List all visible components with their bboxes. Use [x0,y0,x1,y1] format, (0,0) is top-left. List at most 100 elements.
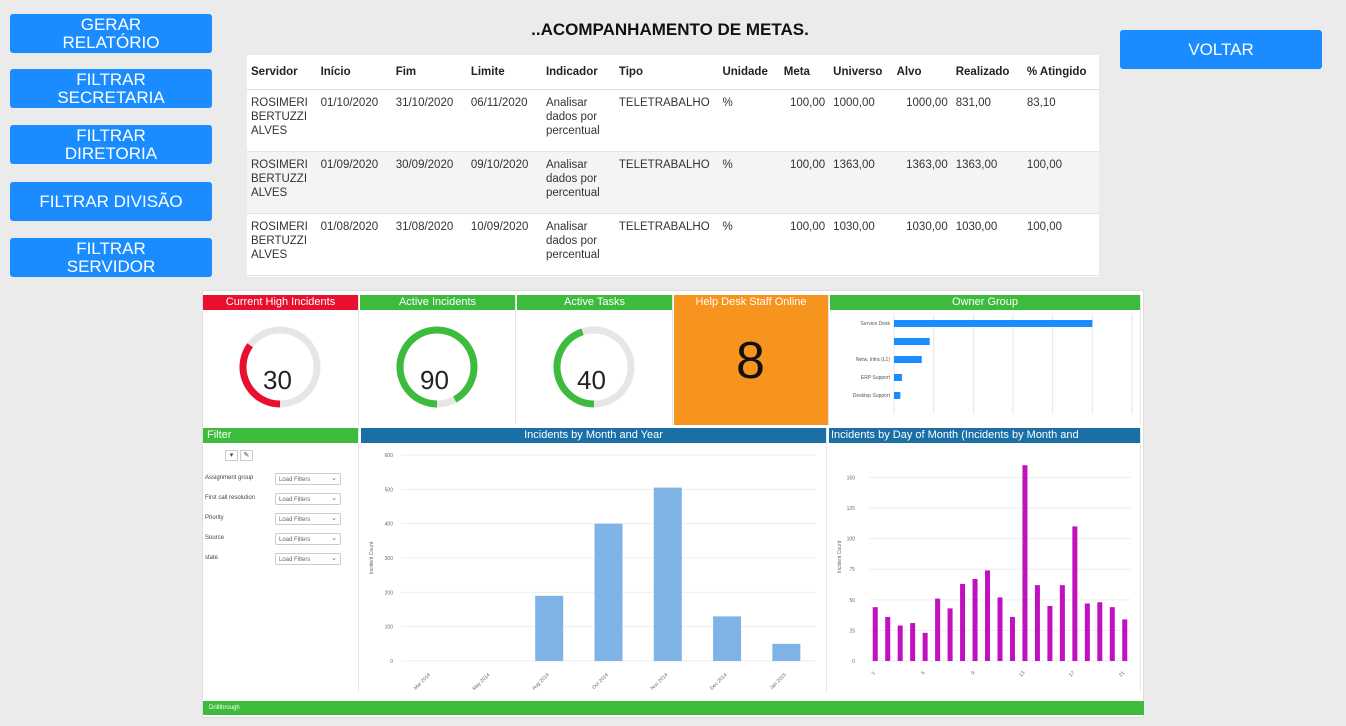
filter-divisao-button[interactable]: FILTRAR DIVISÃO [10,182,212,221]
x-tick-label: Dec 2014 [709,672,729,692]
month-chart-panel: Incidents by Month and Year 0 100 200 300 40… [361,428,827,692]
drillthrough-bar[interactable]: Drillthrough [203,701,1144,715]
table-cell: TELETRABALHO [614,151,719,214]
y-tick-label: 25 [849,628,855,634]
pin-icon[interactable]: ✎ [239,450,253,461]
bar [947,608,953,661]
table-cell: Analisar dados por percentual [541,151,615,214]
table-header-row: Servidor Início Fim Limite Indicador Tipo Unid… [247,55,1099,90]
filter-secretaria-button[interactable]: FILTRAR SECRETARIA [10,69,212,108]
table-cell: 31/08/2020 [391,213,467,276]
bar [897,625,903,661]
table-cell: Analisar dados por percentual [541,213,615,276]
filter-label: Assignment group [205,475,254,481]
funnel-icon[interactable]: ▾ [225,450,238,461]
column-header[interactable]: Limite [466,55,542,90]
table-row[interactable]: ROSIMERI BERTUZZI ALVES 01/08/2020 31/08/2… [247,213,1099,276]
category-label: ERP Support [861,375,891,381]
table-cell: 01/10/2020 [316,89,392,152]
kpi-high-incidents: Current High Incidents 30 [203,295,359,425]
table-cell: 831,00 [951,89,1023,152]
kpi-value: 30 [263,365,292,395]
category-label: Service Desk [861,321,891,327]
filter-servidor-button[interactable]: FILTRAR SERVIDOR [10,238,212,277]
y-tick-label: 150 [847,475,856,481]
table-row[interactable]: ROSIMERI BERTUZZI ALVES 01/10/2020 31/10/2… [247,89,1099,152]
y-tick-label: 0 [852,659,855,665]
filter-panel: Filter ▾ ✎ Assignment group Load Filters F… [203,428,359,692]
kpi-value: 90 [420,365,449,395]
y-tick-label: 500 [385,487,394,493]
table-cell: 1363,00 [892,151,952,214]
filter-select[interactable]: Load Filters [275,513,341,525]
column-header[interactable]: Indicador [541,55,615,90]
x-tick-label: 17 [1068,670,1076,678]
column-header[interactable]: Início [316,55,392,90]
y-tick-label: 300 [385,556,394,562]
table-cell: ROSIMERI BERTUZZI ALVES [247,151,317,214]
back-button[interactable]: VOLTAR [1120,30,1322,69]
bar [653,487,682,661]
table-cell: 31/10/2020 [391,89,467,152]
table-cell: 30/09/2020 [391,151,467,214]
bar [894,374,902,381]
y-tick-label: 100 [847,537,856,543]
column-header[interactable]: Servidor [247,55,317,90]
day-chart-title: Incidents by Day of Month (Incidents by … [829,428,1140,443]
filter-diretoria-button[interactable]: FILTRAR DIRETORIA [10,125,212,164]
bar [1034,585,1040,661]
filter-select[interactable]: Load Filters [275,493,341,505]
filter-select[interactable]: Load Filters [275,553,341,565]
table-cell: TELETRABALHO [614,89,719,152]
x-tick-label: Nov 2014 [650,672,670,692]
bar [894,320,1093,327]
table-cell: 100,00 [779,151,830,214]
kpi-active-incidents: Active Incidents 90 [360,295,516,425]
bar [772,643,801,661]
generate-report-button[interactable]: GERAR RELATÓRIO [10,14,212,53]
filter-label: First call resolution [205,495,256,501]
table-cell: 1363,00 [951,151,1023,214]
table-cell: ROSIMERI BERTUZZI ALVES [247,213,317,276]
table-cell: Analisar dados por percentual [541,89,615,152]
y-tick-label: 75 [849,567,855,573]
category-label: Netw. Infra (L1) [856,357,891,363]
owner-group-title: Owner Group [830,295,1140,310]
bar [1097,602,1103,661]
column-header[interactable]: Fim [391,55,467,90]
column-header[interactable]: Unidade [718,55,780,90]
table-cell: 10/09/2020 [466,213,542,276]
column-header[interactable]: Universo [829,55,893,90]
bar [1059,585,1065,661]
bar [972,579,978,661]
table-cell: 1363,00 [829,151,893,214]
kpi-value: 40 [577,365,606,395]
table-cell: 83,10 [1022,89,1099,152]
table-cell: 100,00 [1022,151,1099,214]
month-chart-title: Incidents by Month and Year [361,428,826,443]
bar [922,632,928,661]
column-header[interactable]: % Atingido [1022,55,1099,90]
x-tick-label: 21 [1118,670,1126,678]
x-tick-label: May 2014 [472,672,492,692]
column-header[interactable]: Alvo [892,55,952,90]
table-cell: 1030,00 [892,213,952,276]
bar [1122,619,1128,661]
bar [1109,607,1115,661]
filter-toolbar: ▾ ✎ [225,450,253,461]
bar [894,338,930,345]
column-header[interactable]: Realizado [951,55,1023,90]
table-cell: % [718,213,780,276]
y-tick-label: 125 [847,506,856,512]
filter-label: Priority [205,515,224,521]
owner-group-chart: Service Desk Netw. Infra (L1) ERP Support D… [853,314,1133,414]
table-cell: ROSIMERI BERTUZZI ALVES [247,89,317,152]
table-cell: 100,00 [1022,213,1099,276]
column-header[interactable]: Tipo [614,55,719,90]
kpi-active-tasks: Active Tasks 40 [517,295,673,425]
filter-select[interactable]: Load Filters [275,473,341,485]
filter-select[interactable]: Load Filters [275,533,341,545]
y-tick-label: 400 [385,522,394,528]
table-row[interactable]: ROSIMERI BERTUZZI ALVES 01/09/2020 30/09/2… [247,151,1099,214]
column-header[interactable]: Meta [779,55,830,90]
